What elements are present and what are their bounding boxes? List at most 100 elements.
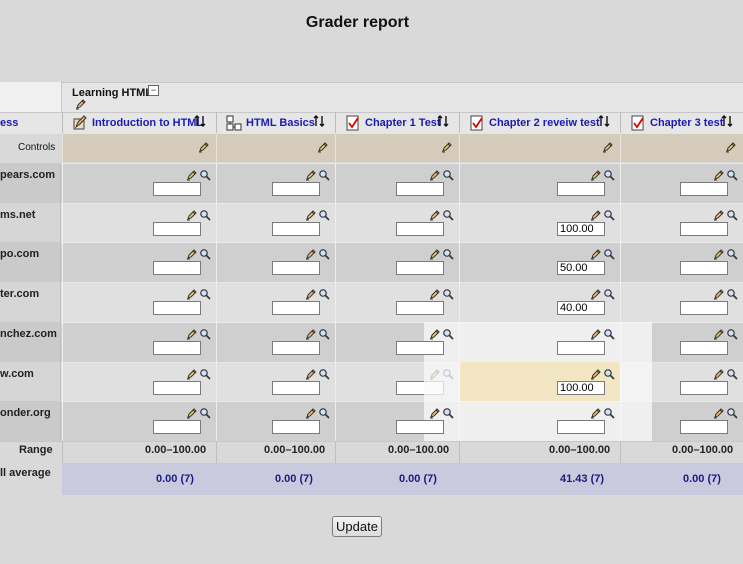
- edit-icon[interactable]: [713, 169, 725, 181]
- grade-item-link[interactable]: HTML Basics: [246, 117, 315, 129]
- analysis-icon[interactable]: [318, 328, 330, 340]
- student-name-link[interactable]: onder.org: [0, 407, 51, 419]
- grade-item-link[interactable]: Chapter 3 test: [650, 117, 723, 129]
- analysis-icon[interactable]: [726, 328, 738, 340]
- edit-icon[interactable]: [590, 407, 602, 419]
- analysis-icon[interactable]: [603, 407, 615, 419]
- sort-icon[interactable]: [437, 115, 449, 127]
- grade-input[interactable]: [557, 182, 605, 196]
- edit-icon[interactable]: [713, 368, 725, 380]
- analysis-icon[interactable]: [726, 368, 738, 380]
- edit-icon[interactable]: [441, 141, 453, 153]
- edit-icon[interactable]: [305, 328, 317, 340]
- grade-input[interactable]: [557, 381, 605, 395]
- edit-icon[interactable]: [186, 169, 198, 181]
- edit-icon[interactable]: [590, 209, 602, 221]
- edit-icon[interactable]: [590, 288, 602, 300]
- edit-icon[interactable]: [305, 368, 317, 380]
- student-name-link[interactable]: nchez.com: [0, 328, 57, 340]
- analysis-icon[interactable]: [199, 248, 211, 260]
- edit-icon[interactable]: [429, 328, 441, 340]
- edit-icon[interactable]: [317, 141, 329, 153]
- analysis-icon[interactable]: [603, 169, 615, 181]
- grade-input[interactable]: [272, 381, 320, 395]
- grade-input[interactable]: [153, 301, 201, 315]
- edit-icon[interactable]: [590, 368, 602, 380]
- grade-input[interactable]: [680, 222, 728, 236]
- grade-input[interactable]: [680, 261, 728, 275]
- analysis-icon[interactable]: [726, 407, 738, 419]
- edit-icon[interactable]: [186, 368, 198, 380]
- analysis-icon[interactable]: [603, 209, 615, 221]
- edit-icon[interactable]: [305, 209, 317, 221]
- collapse-category-button[interactable]: −: [148, 85, 159, 96]
- analysis-icon[interactable]: [318, 169, 330, 181]
- analysis-icon[interactable]: [603, 248, 615, 260]
- edit-icon[interactable]: [75, 98, 87, 110]
- grade-input[interactable]: [557, 222, 605, 236]
- analysis-icon[interactable]: [603, 328, 615, 340]
- analysis-icon[interactable]: [199, 169, 211, 181]
- analysis-icon[interactable]: [442, 248, 454, 260]
- edit-icon[interactable]: [186, 248, 198, 260]
- edit-icon[interactable]: [713, 209, 725, 221]
- grade-input[interactable]: [557, 420, 605, 434]
- edit-icon[interactable]: [305, 248, 317, 260]
- grade-item-link[interactable]: Chapter 1 Test: [365, 117, 441, 129]
- grade-input[interactable]: [680, 301, 728, 315]
- grade-input[interactable]: [680, 182, 728, 196]
- edit-icon[interactable]: [713, 248, 725, 260]
- analysis-icon[interactable]: [726, 169, 738, 181]
- sort-icon[interactable]: [721, 115, 733, 127]
- analysis-icon[interactable]: [603, 288, 615, 300]
- analysis-icon[interactable]: [442, 407, 454, 419]
- sort-icon[interactable]: [598, 115, 610, 127]
- student-name-link[interactable]: ms.net: [0, 209, 35, 221]
- analysis-icon[interactable]: [726, 248, 738, 260]
- edit-icon[interactable]: [429, 407, 441, 419]
- grade-input[interactable]: [396, 182, 444, 196]
- analysis-icon[interactable]: [726, 209, 738, 221]
- analysis-icon[interactable]: [442, 288, 454, 300]
- student-name-link[interactable]: w.com: [0, 368, 34, 380]
- grade-input[interactable]: [557, 341, 605, 355]
- edit-icon[interactable]: [305, 288, 317, 300]
- analysis-icon[interactable]: [318, 368, 330, 380]
- grade-input[interactable]: [153, 341, 201, 355]
- student-name-link[interactable]: ter.com: [0, 288, 39, 300]
- grade-input[interactable]: [272, 301, 320, 315]
- analysis-icon[interactable]: [603, 368, 615, 380]
- sort-icon[interactable]: [313, 115, 325, 127]
- analysis-icon[interactable]: [318, 248, 330, 260]
- edit-icon[interactable]: [429, 288, 441, 300]
- edit-icon[interactable]: [713, 328, 725, 340]
- analysis-icon[interactable]: [726, 288, 738, 300]
- grade-item-link[interactable]: Introduction to HTML: [92, 117, 203, 129]
- analysis-icon[interactable]: [318, 407, 330, 419]
- grade-input[interactable]: [153, 261, 201, 275]
- edit-icon[interactable]: [602, 141, 614, 153]
- edit-icon[interactable]: [186, 328, 198, 340]
- edit-icon[interactable]: [429, 169, 441, 181]
- edit-icon[interactable]: [186, 209, 198, 221]
- analysis-icon[interactable]: [442, 209, 454, 221]
- analysis-icon[interactable]: [199, 368, 211, 380]
- edit-icon[interactable]: [305, 169, 317, 181]
- analysis-icon[interactable]: [199, 328, 211, 340]
- grade-input[interactable]: [272, 420, 320, 434]
- analysis-icon[interactable]: [442, 328, 454, 340]
- edit-icon[interactable]: [429, 209, 441, 221]
- edit-icon[interactable]: [186, 288, 198, 300]
- edit-icon[interactable]: [429, 368, 441, 380]
- grade-input[interactable]: [680, 341, 728, 355]
- grade-input[interactable]: [153, 182, 201, 196]
- grade-input[interactable]: [396, 301, 444, 315]
- grade-input[interactable]: [153, 222, 201, 236]
- edit-icon[interactable]: [713, 288, 725, 300]
- analysis-icon[interactable]: [199, 209, 211, 221]
- grade-item-link[interactable]: Chapter 2 reveiw test: [489, 117, 600, 129]
- grade-input[interactable]: [396, 341, 444, 355]
- edit-icon[interactable]: [590, 328, 602, 340]
- grade-input[interactable]: [272, 341, 320, 355]
- grade-input[interactable]: [153, 420, 201, 434]
